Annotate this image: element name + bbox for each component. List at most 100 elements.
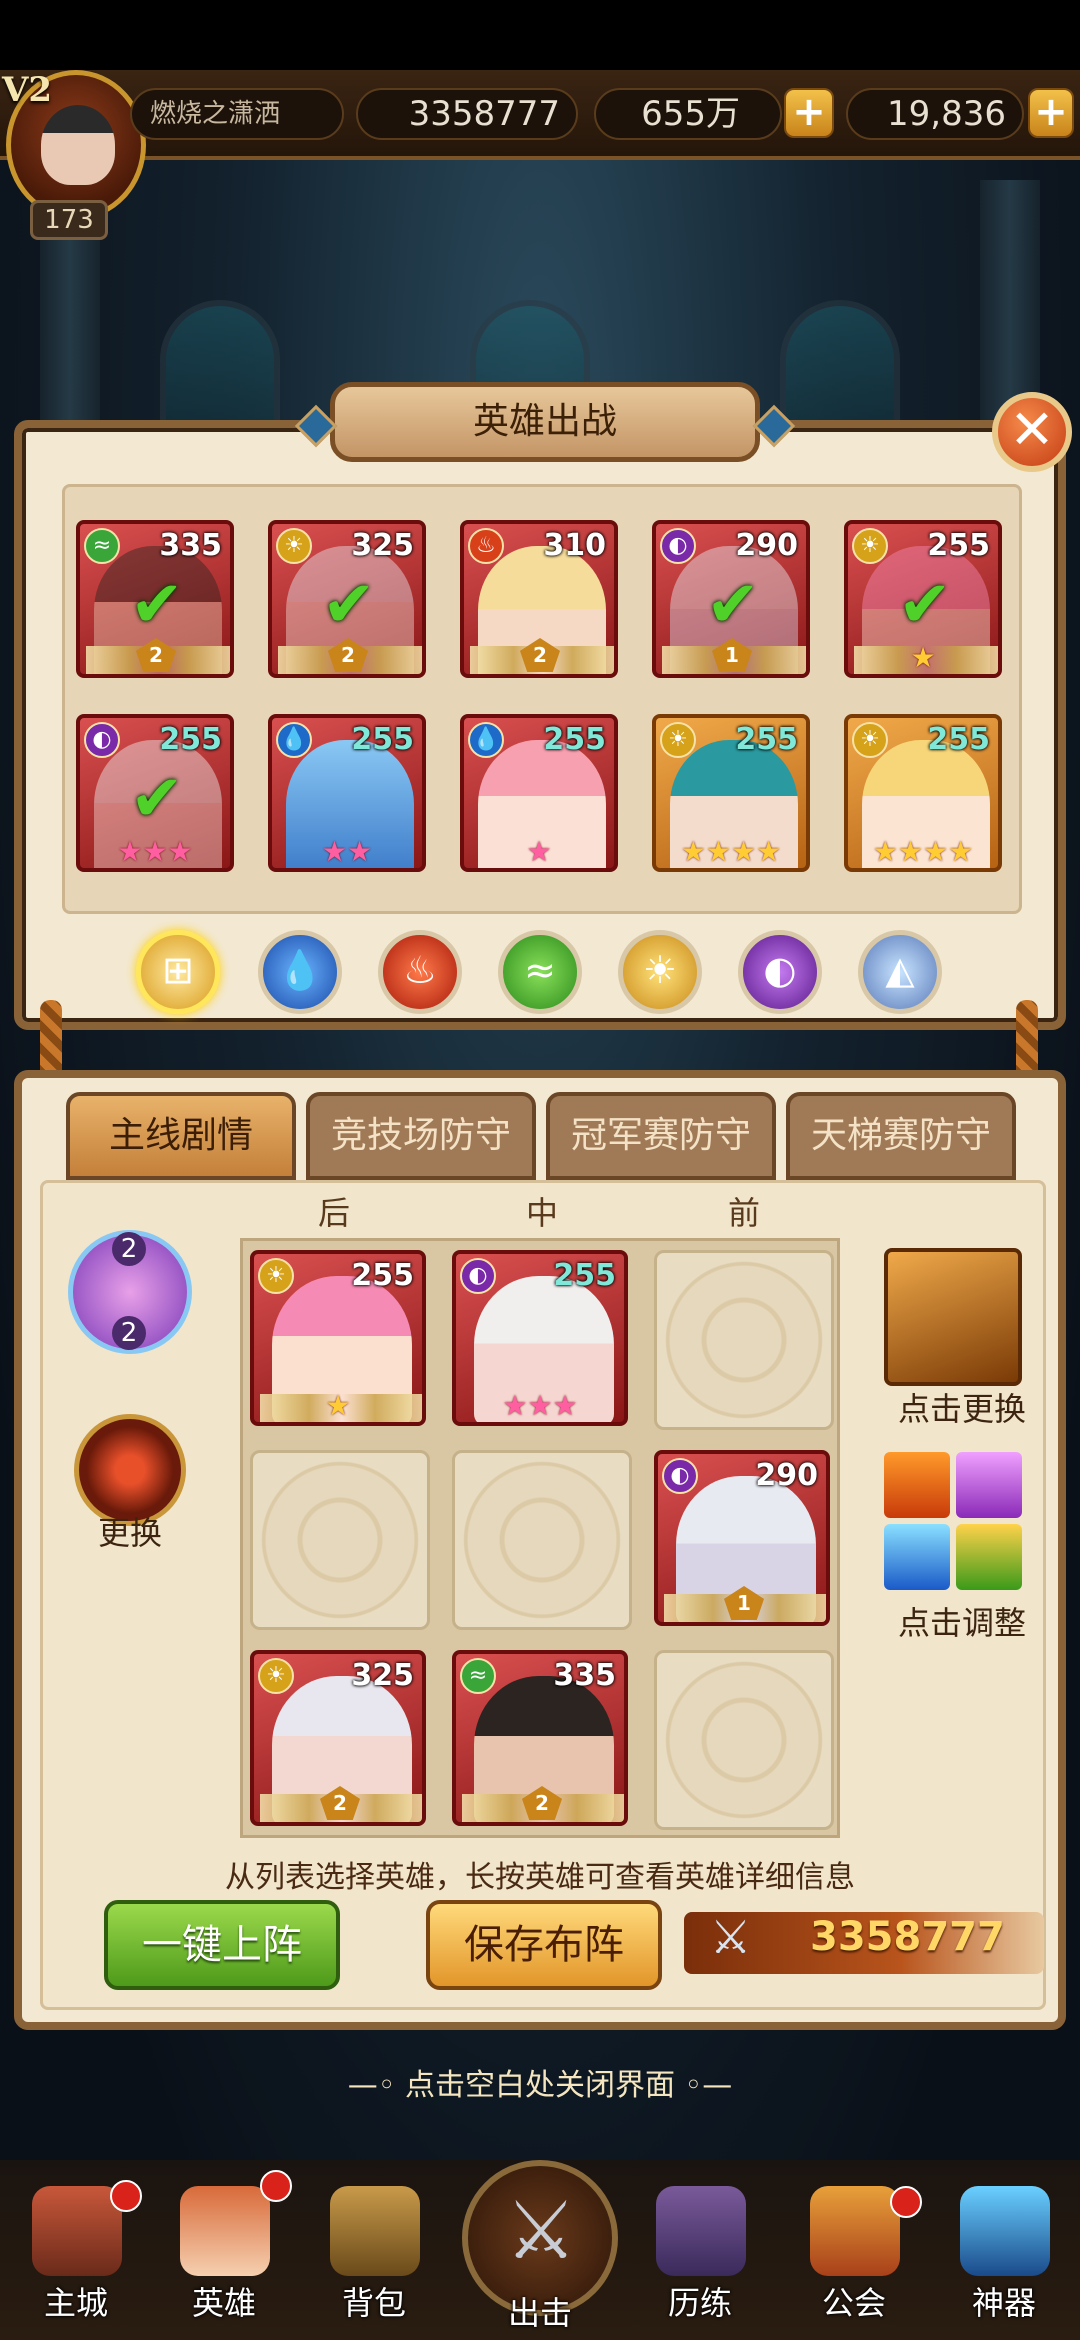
hero-level: 310 [543, 528, 606, 563]
empty-formation-slot[interactable] [654, 1250, 834, 1430]
filter-all-icon[interactable]: ⊞ [136, 930, 220, 1014]
roster-hero-card[interactable]: ☀ 325 ✔ 2 [268, 520, 426, 678]
hero-level: 255 [351, 722, 414, 757]
deployed-check-icon: ✔ [898, 568, 952, 642]
auto-deploy-button[interactable]: 一键上阵 [104, 1900, 340, 1990]
skills-adjust-label[interactable]: 点击调整 [898, 1598, 1026, 1644]
nav-label: 英雄 [191, 2284, 256, 2322]
formation-hero-card[interactable]: ◐ 290 1 [654, 1450, 830, 1626]
skill-ice-icon[interactable] [884, 1524, 950, 1590]
filter-neutral-icon[interactable]: ◭ [858, 930, 942, 1014]
row-label-middle: 中 [526, 1194, 559, 1232]
add-gold-button[interactable]: + [784, 88, 834, 138]
tab-championship-defense[interactable]: 冠军赛防守 [546, 1092, 776, 1180]
nav-label: 神器 [971, 2284, 1036, 2322]
hero-level: 255 [351, 1258, 414, 1293]
close-hint[interactable]: —◦ 点击空白处关闭界面 ◦— [0, 2060, 1080, 2104]
star-rating: ★ [526, 835, 552, 868]
wind-element-icon: ≈ [460, 1658, 496, 1694]
star-rating: ★★★★ [680, 835, 782, 868]
gold-value: 655万 [594, 88, 782, 140]
light-element-icon: ☀ [276, 528, 312, 564]
water-element-icon: 💧 [468, 722, 504, 758]
hero-level: 290 [755, 1458, 818, 1493]
artifact-crystal-icon [960, 2186, 1050, 2276]
nav-label: 历练 [667, 2284, 732, 2322]
save-formation-button[interactable]: 保存布阵 [426, 1900, 662, 1990]
roster-hero-card[interactable]: ≈ 335 ✔ 2 [76, 520, 234, 678]
star-rating: ★★★★ [872, 835, 974, 868]
formation-hero-card[interactable]: ≈ 335 2 [452, 1650, 628, 1826]
formation-hero-card[interactable]: ◐ 255 ★★★ [452, 1250, 628, 1426]
light-element-icon: ☀ [852, 722, 888, 758]
guild-shield-icon [810, 2186, 900, 2276]
weapon-change-label[interactable]: 点击更换 [898, 1384, 1026, 1430]
close-button[interactable]: ✕ [992, 392, 1072, 472]
nav-backpack[interactable]: 背包 [314, 2186, 434, 2322]
row-label-front: 前 [728, 1194, 761, 1232]
empty-formation-slot[interactable] [654, 1650, 834, 1830]
hero-level: 255 [553, 1258, 616, 1293]
swords-icon: ⚔ [710, 1910, 752, 1964]
player-level: 173 [30, 200, 108, 240]
nav-heroes[interactable]: 英雄 [164, 2186, 284, 2322]
roster-hero-card[interactable]: ◐ 255 ✔ ★★★ [76, 714, 234, 872]
empty-formation-slot[interactable] [452, 1450, 632, 1630]
formation-hero-card[interactable]: ☀ 325 2 [250, 1650, 426, 1826]
formation-badge-top: 2 [112, 1232, 146, 1266]
player-name: 燃烧之潇洒 [130, 88, 344, 140]
roster-hero-card[interactable]: ☀ 255 ★★★★ [652, 714, 810, 872]
deployed-check-icon: ✔ [706, 568, 760, 642]
add-gem-button[interactable]: + [1028, 88, 1074, 138]
hero-level: 325 [351, 528, 414, 563]
roster-hero-card[interactable]: ♨ 310 2 [460, 520, 618, 678]
hero-level: 255 [735, 722, 798, 757]
skill-fire-icon[interactable] [884, 1452, 950, 1518]
change-formation-label[interactable]: 更换 [98, 1508, 162, 1554]
backpack-icon [330, 2186, 420, 2276]
filter-fire-icon[interactable]: ♨ [378, 930, 462, 1014]
star-rating: ★ [325, 1389, 351, 1422]
deployed-check-icon: ✔ [130, 762, 184, 836]
light-element-icon: ☀ [258, 1658, 294, 1694]
notification-dot [110, 2180, 142, 2212]
empty-formation-slot[interactable] [250, 1450, 430, 1630]
nav-label: 主城 [43, 2284, 108, 2322]
formation-hero-card[interactable]: ☀ 255 ★ [250, 1250, 426, 1426]
vip-badge: V2 [2, 70, 53, 110]
castle-icon [32, 2186, 122, 2276]
tab-main-story[interactable]: 主线剧情 [66, 1092, 296, 1180]
nav-attack[interactable]: ⚔ 出击 [480, 2184, 600, 2333]
status-bar [0, 0, 1080, 70]
notification-dot [890, 2186, 922, 2218]
hero-level: 255 [927, 528, 990, 563]
hero-level: 335 [553, 1658, 616, 1693]
filter-light-icon[interactable]: ☀ [618, 930, 702, 1014]
hammer-weapon-icon[interactable] [884, 1248, 1022, 1386]
tab-ladder-defense[interactable]: 天梯赛防守 [786, 1092, 1016, 1180]
skill-arcane-icon[interactable] [956, 1452, 1022, 1518]
hero-icon [180, 2186, 270, 2276]
hero-level: 325 [351, 1658, 414, 1693]
roster-hero-card[interactable]: ☀ 255 ★★★★ [844, 714, 1002, 872]
tab-arena-defense[interactable]: 竞技场防守 [306, 1092, 536, 1180]
nav-training[interactable]: 历练 [640, 2186, 760, 2322]
filter-wind-icon[interactable]: ≈ [498, 930, 582, 1014]
roster-hero-card[interactable]: ☀ 255 ✔ ★ [844, 520, 1002, 678]
filter-water-icon[interactable]: 💧 [258, 930, 342, 1014]
hero-level: 255 [543, 722, 606, 757]
row-label-back: 后 [318, 1194, 351, 1232]
roster-hero-card[interactable]: ◐ 290 ✔ 1 [652, 520, 810, 678]
dark-element-icon: ◐ [662, 1458, 698, 1494]
hero-level: 335 [159, 528, 222, 563]
nav-label: 公会 [821, 2284, 886, 2322]
crossed-swords-icon: ⚔ [505, 2184, 577, 2277]
roster-hero-card[interactable]: 💧 255 ★ [460, 714, 618, 872]
avatar-face [41, 105, 115, 185]
skill-nature-icon[interactable] [956, 1524, 1022, 1590]
nav-artifact[interactable]: 神器 [944, 2186, 1064, 2322]
roster-hero-card[interactable]: 💧 255 ★★ [268, 714, 426, 872]
formation-badge-bottom: 2 [112, 1316, 146, 1350]
nav-label: 出击 [507, 2294, 572, 2332]
filter-dark-icon[interactable]: ◐ [738, 930, 822, 1014]
